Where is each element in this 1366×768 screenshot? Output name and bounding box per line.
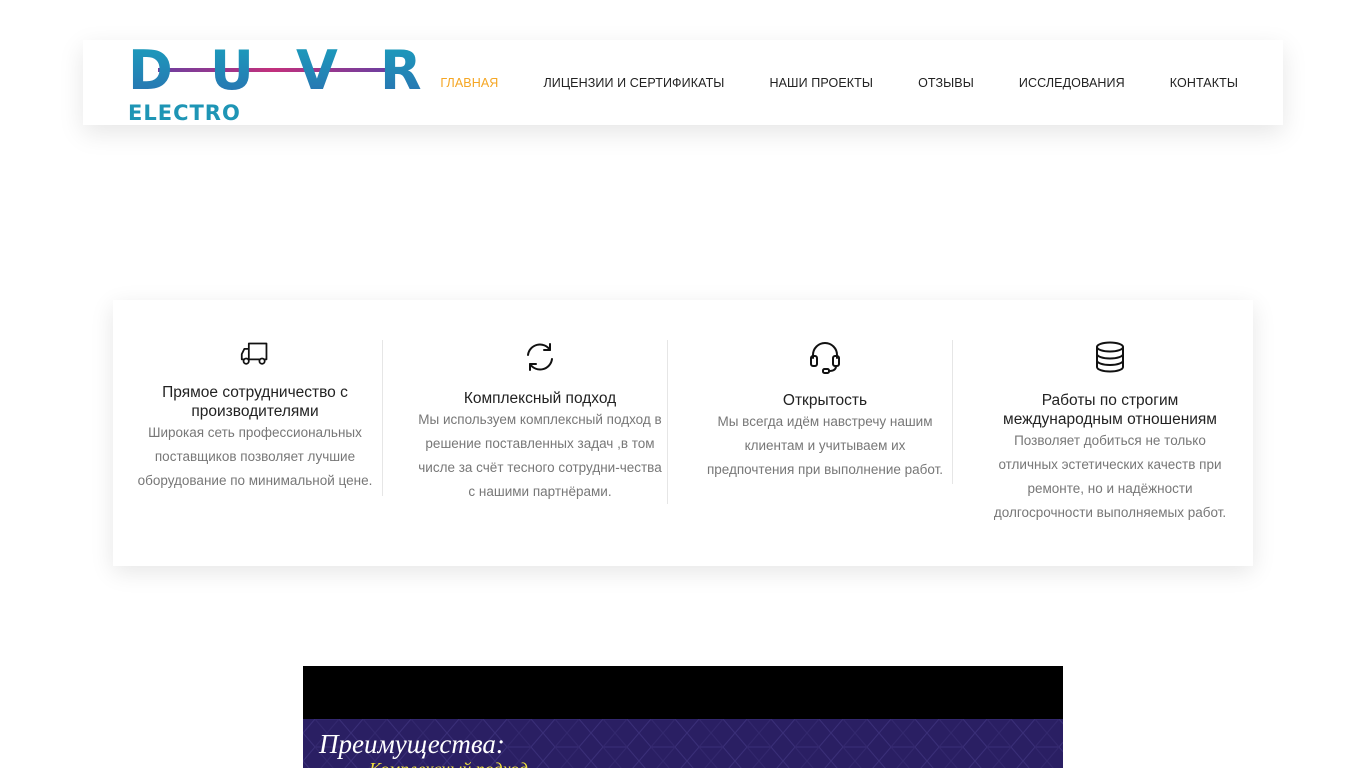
duvr-electro-logo[interactable]: D U V R ELECTRO [128,43,423,123]
nav-item-projects[interactable]: НАШИ ПРОЕКТЫ [769,76,873,90]
feature-title-line: Открытость [782,392,868,409]
feature-title: Открытость [695,391,955,410]
logo-letter-v: V [296,43,338,102]
feature-text-line: долгосрочности выполняемых работ. [993,505,1227,520]
feature-complex-approach: Комплексный подход Мы используем комплек… [410,340,670,504]
video-player[interactable]: Преимущества: Комплексный подход [303,666,1063,768]
feature-divider [667,340,668,504]
main-nav: ГЛАВНАЯ ЛИЦЕНЗИИ И СЕРТИФИКАТЫ НАШИ ПРОЕ… [395,40,1238,125]
feature-title-line: производителями [191,403,319,420]
feature-text-line: Мы используем комплексный подход в [418,412,662,427]
feature-openness: Открытость Мы всегда идём навстречу наши… [695,340,955,482]
logo-letter-d: D [128,43,173,102]
nav-item-licenses[interactable]: ЛИЦЕНЗИИ И СЕРТИФИКАТЫ [543,76,724,90]
feature-title: Работы по строгим международным отношени… [980,391,1240,429]
feature-text-line: числе за счёт тесного сотрудни-чества [418,460,662,475]
feature-title-line: Работы по строгим [1041,392,1179,409]
feature-text-line: Широкая сеть профессиональных [148,425,362,440]
video-frame: Преимущества: Комплексный подход [303,719,1063,768]
video-top-bar [303,666,1063,719]
nav-item-research[interactable]: ИССЛЕДОВАНИЯ [1019,76,1125,90]
feature-title-line: Комплексный подход [463,390,617,407]
feature-text: Широкая сеть профессиональных поставщико… [130,421,380,493]
truck-icon [240,342,268,365]
logo-subtitle: ELECTRO [128,101,241,123]
feature-title-line: Прямое сотрудничество с [162,384,348,401]
features-panel: Прямое сотрудничество с производителями … [113,300,1253,566]
feature-text-line: решение поставленных задач ,в том [425,436,655,451]
feature-divider [952,340,953,484]
feature-divider [382,340,383,496]
site-header: D U V R ELECTRO ГЛАВНАЯ ЛИЦЕНЗИИ И СЕРТИ… [83,40,1283,125]
video-title: Преимущества: [319,729,505,759]
logo-letter-u: U [210,43,254,102]
feature-text-line: Позволяет добиться не только [1014,433,1206,448]
feature-text-line: предпочтения при выполнение работ. [706,462,944,477]
feature-text: Позволяет добиться не только отличных эс… [980,429,1240,525]
nav-item-reviews[interactable]: ОТЗЫВЫ [918,76,974,90]
feature-text-line: клиентам и учитываем их [744,438,906,453]
feature-text-line: отличных эстетических качеств при [998,457,1222,472]
nav-item-contacts[interactable]: КОНТАКТЫ [1170,76,1238,90]
feature-text-line: ремонте, но и надёжности [1027,481,1193,496]
headset-icon [810,342,840,374]
database-icon [1096,341,1124,373]
feature-text-line: с нашими партнёрами. [468,484,612,499]
feature-title: Прямое сотрудничество с производителями [130,383,380,421]
feature-title-line: международным отношениям [1003,411,1217,428]
nav-item-home[interactable]: ГЛАВНАЯ [440,76,498,90]
feature-title: Комплексный подход [410,389,670,408]
feature-text: Мы используем комплексный подход в решен… [410,408,670,504]
feature-text-line: Мы всегда идём навстречу нашим [717,414,933,429]
logo-connector-line [158,68,388,72]
feature-text: Мы всегда идём навстречу нашим клиентам … [695,410,955,482]
refresh-icon [527,343,553,371]
video-subtitle: Комплексный подход [369,759,528,768]
feature-direct-cooperation: Прямое сотрудничество с производителями … [130,340,380,493]
feature-text-line: поставщиков позволяет лучшие [154,449,356,464]
feature-text-line: оборудование по минимальной цене. [137,473,373,488]
feature-international-standards: Работы по строгим международным отношени… [980,340,1240,525]
